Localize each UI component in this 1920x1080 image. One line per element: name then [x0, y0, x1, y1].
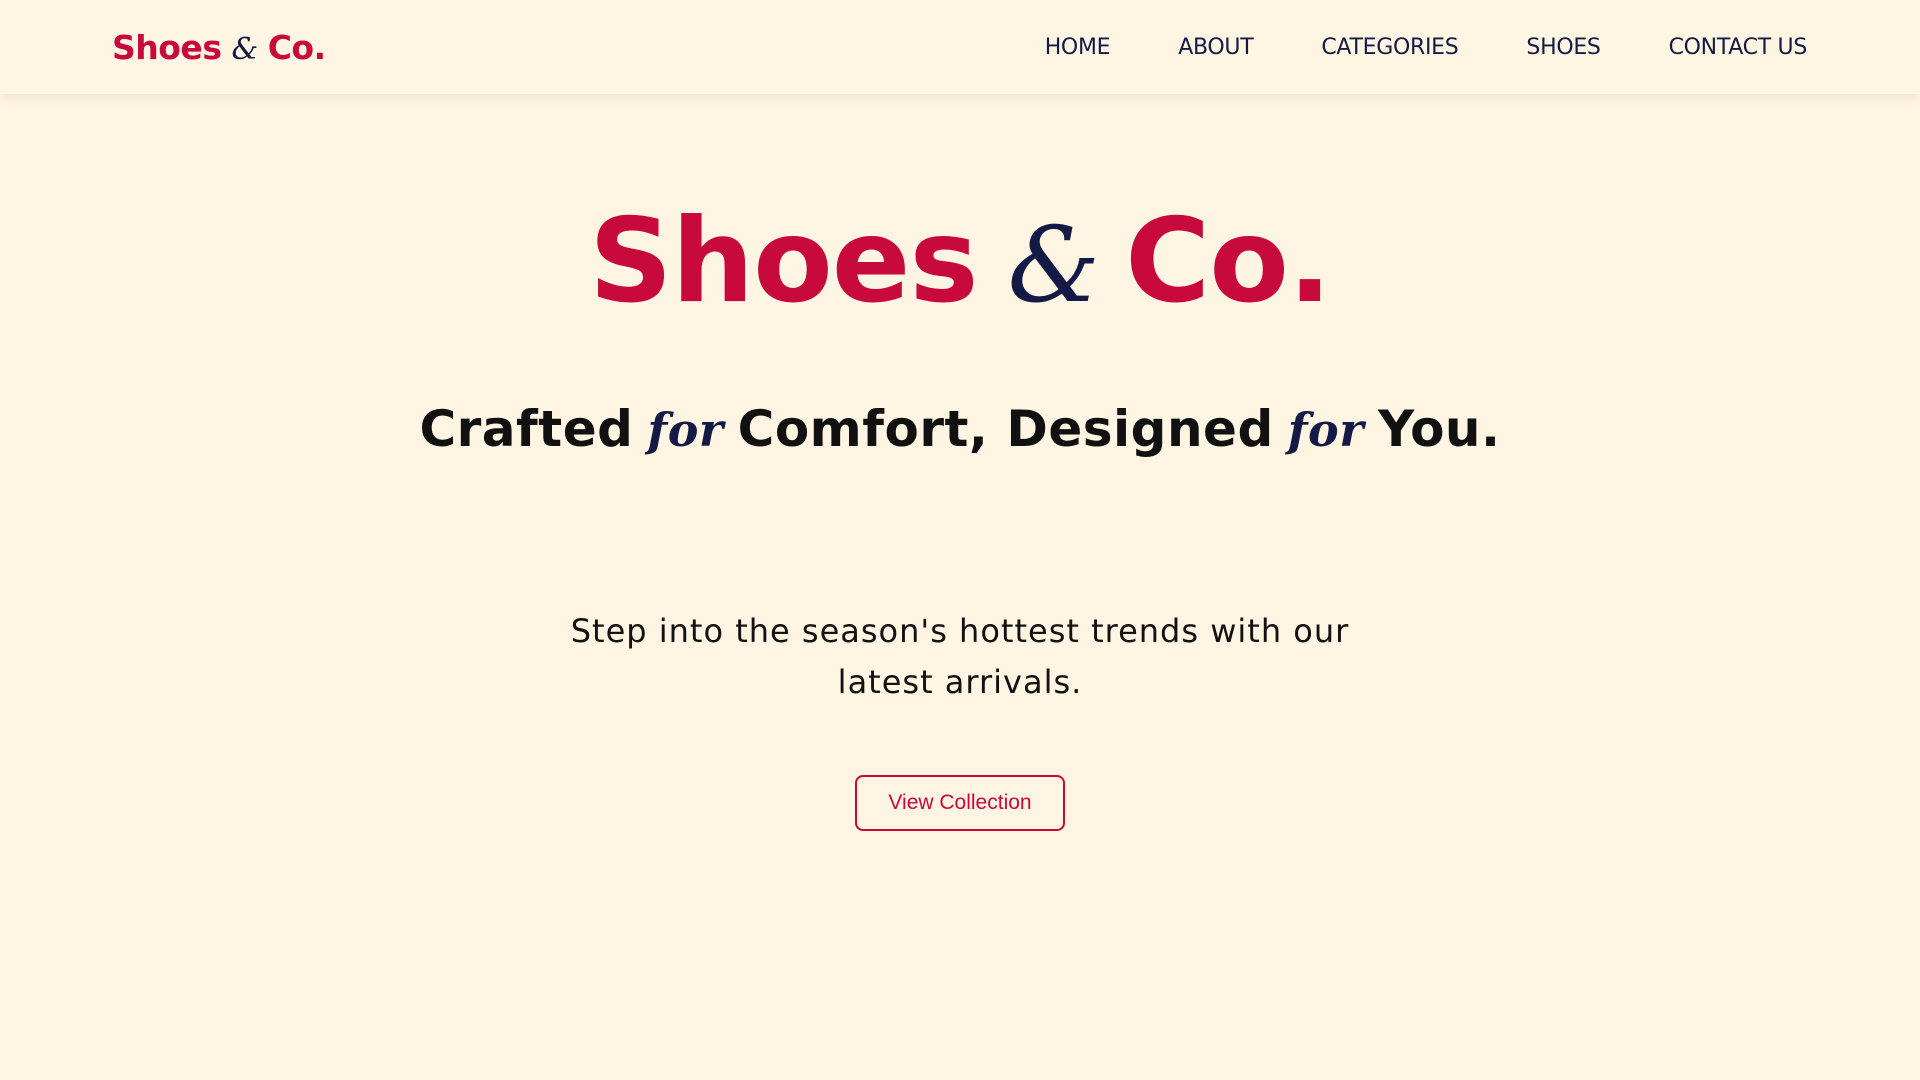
nav-link-contact-us[interactable]: CONTACT US — [1669, 35, 1808, 60]
nav-link-categories[interactable]: CATEGORIES — [1321, 35, 1458, 60]
hero-description: Step into the season's hottest trends wi… — [570, 612, 1350, 701]
tagline-part-crafted: Crafted — [419, 400, 634, 458]
hero-title: Shoes & Co. — [0, 194, 1920, 329]
nav-link-about[interactable]: ABOUT — [1178, 35, 1253, 60]
brand-word-co: Co. — [267, 27, 326, 67]
hero-title-co: Co. — [1125, 194, 1332, 329]
brand-logo[interactable]: Shoes & Co. — [112, 28, 326, 67]
tagline-part-you: You. — [1377, 400, 1501, 458]
nav-link-home[interactable]: HOME — [1045, 35, 1111, 60]
nav-link-shoes[interactable]: SHOES — [1526, 35, 1601, 60]
hero-tagline: Crafted for Comfort, Designed for You. — [0, 400, 1920, 458]
brand-word-shoes: Shoes — [112, 27, 222, 67]
tagline-part-comfort-designed: Comfort, Designed — [737, 400, 1274, 458]
top-navbar: Shoes & Co. HOME ABOUT CATEGORIES SHOES … — [0, 0, 1920, 94]
tagline-script-for-1: for — [647, 403, 724, 457]
nav-links: HOME ABOUT CATEGORIES SHOES CONTACT US — [1045, 35, 1808, 60]
tagline-script-for-2: for — [1287, 403, 1364, 457]
view-collection-button[interactable]: View Collection — [855, 775, 1065, 831]
brand-ampersand: & — [231, 31, 258, 67]
hero-title-shoes: Shoes — [588, 194, 979, 329]
hero-title-ampersand: & — [1007, 204, 1101, 326]
